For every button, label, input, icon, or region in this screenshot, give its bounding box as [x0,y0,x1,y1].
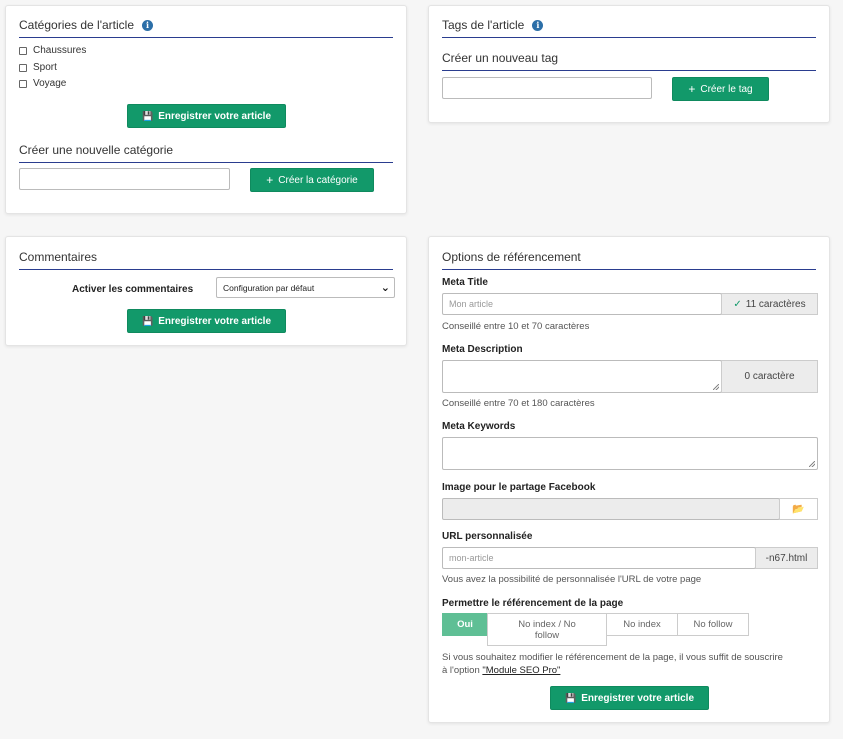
meta-title-input[interactable]: Mon article [442,293,722,315]
seo-pro-link[interactable]: "Module SEO Pro" [482,665,560,676]
url-suffix: -n67.html [755,547,818,569]
new-tag-title: Créer un nouveau tag [442,51,816,71]
category-checkbox-sport[interactable]: Sport [19,62,57,73]
facebook-image-label: Image pour le partage Facebook [442,482,596,493]
meta-keywords-label: Meta Keywords [442,421,516,432]
save-article-button[interactable]: 💾 Enregistrer votre article [127,309,286,333]
checkbox-icon[interactable] [19,79,27,88]
category-checkbox-voyage[interactable]: Voyage [19,78,66,89]
save-article-button[interactable]: 💾 Enregistrer votre article [550,686,709,710]
comments-panel: Commentaires Activer les commentaires Co… [5,236,407,346]
floppy-disk-icon: 💾 [141,315,154,326]
check-icon: ✓ [733,298,742,310]
checkbox-icon[interactable] [19,63,27,72]
custom-url-label: URL personnalisée [442,531,533,542]
meta-description-help: Conseillé entre 70 et 180 caractères [442,398,595,409]
plus-icon: + [266,173,274,187]
folder-open-icon: 📂 [792,503,805,515]
facebook-image-input[interactable] [442,498,780,520]
new-category-title: Créer une nouvelle catégorie [19,143,393,163]
info-icon[interactable]: i [532,20,544,31]
resize-handle-icon[interactable] [809,461,815,467]
indexing-option-nofollow[interactable]: No follow [677,613,749,636]
create-category-button[interactable]: + Créer la catégorie [250,168,374,192]
browse-file-button[interactable]: 📂 [779,498,818,520]
indexing-option-noindex[interactable]: No index [606,613,678,636]
seo-title: Options de référencement [442,250,816,270]
info-icon[interactable]: i [142,20,154,31]
meta-description-counter: 0 caractère [721,360,818,393]
categories-title: Catégories de l'article i [19,18,393,38]
meta-description-textarea[interactable] [442,360,722,393]
comments-title: Commentaires [19,250,393,270]
seo-panel: Options de référencement Meta Title Mon … [428,236,830,723]
meta-title-label: Meta Title [442,277,488,288]
indexing-option-oui[interactable]: Oui [442,613,488,636]
resize-handle-icon[interactable] [713,384,719,390]
custom-url-input[interactable]: mon-article [442,547,756,569]
comments-select[interactable]: Configuration par défaut ⌄ [216,277,395,298]
tags-panel: Tags de l'article i Créer un nouveau tag … [428,5,830,123]
meta-title-counter: ✓ 11 caractères [721,293,818,315]
meta-keywords-textarea[interactable] [442,437,818,470]
save-article-button[interactable]: 💾 Enregistrer votre article [127,104,286,128]
meta-description-label: Meta Description [442,344,523,355]
enable-comments-label: Activer les commentaires [72,284,194,295]
floppy-disk-icon: 💾 [564,692,577,703]
tags-title: Tags de l'article i [442,18,816,38]
categories-panel: Catégories de l'article i Chaussures Spor… [5,5,407,214]
create-tag-button[interactable]: + Créer le tag [672,77,769,101]
indexing-label: Permettre le référencement de la page [442,598,624,609]
category-checkbox-chaussures[interactable]: Chaussures [19,45,86,56]
new-category-input[interactable] [19,168,230,190]
indexing-option-noindex-nofollow[interactable]: No index / No follow [487,613,607,646]
seo-pro-notice: Si vous souhaitez modifier le référencem… [442,652,783,676]
meta-title-help: Conseillé entre 10 et 70 caractères [442,321,590,332]
new-tag-input[interactable] [442,77,652,99]
checkbox-icon[interactable] [19,46,27,55]
floppy-disk-icon: 💾 [141,110,154,121]
custom-url-help: Vous avez la possibilité de personnalisé… [442,574,702,585]
chevron-down-icon: ⌄ [380,282,390,294]
plus-icon: + [688,82,696,96]
